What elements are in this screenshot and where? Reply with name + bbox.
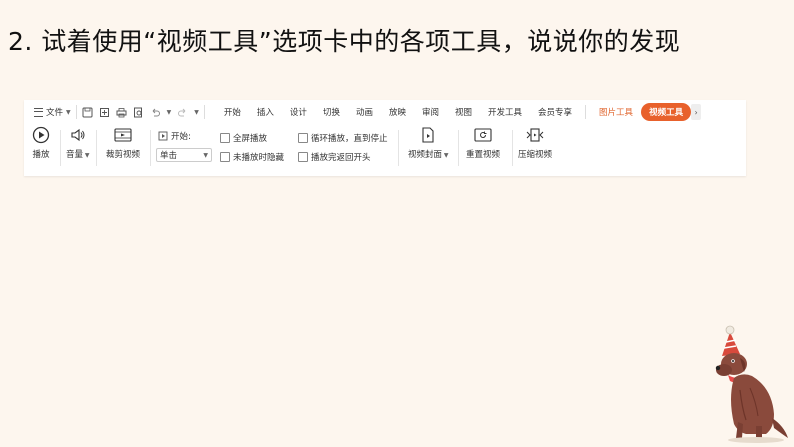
file-menu-button[interactable]: 文件 ▼ (34, 102, 71, 122)
divider (203, 105, 205, 119)
start-icon (158, 131, 168, 141)
start-select[interactable]: 单击 ▼ (156, 148, 212, 162)
export-icon[interactable] (99, 107, 110, 118)
reset-video-button[interactable]: 重置视频 (466, 126, 500, 160)
speaker-icon (71, 128, 85, 142)
tab-transitions[interactable]: 切换 (315, 106, 348, 118)
play-label: 播放 (32, 150, 50, 160)
save-icon[interactable] (82, 107, 93, 118)
loop-checkbox[interactable]: 循环播放，直到停止 (298, 132, 388, 144)
play-button[interactable]: 播放 (32, 126, 50, 160)
divider (398, 130, 399, 166)
checkbox-box (298, 152, 308, 162)
ribbon-tabs: 开始 插入 设计 切换 动画 放映 审阅 视图 开发工具 会员专享 图片工具 视… (216, 103, 702, 121)
chevron-down-icon: ▼ (66, 108, 71, 116)
start-label: 开始: (171, 132, 191, 142)
chevron-down-icon: ▼ (203, 151, 208, 159)
compress-video-icon (526, 128, 544, 142)
video-cover-button[interactable]: 视频封面 ▼ (408, 126, 449, 160)
start-option: 开始: (158, 130, 191, 142)
file-menu-label: 文件 (46, 108, 64, 118)
compress-video-button[interactable]: 压缩视频 (518, 126, 552, 160)
trim-video-label: 裁剪视频 (106, 150, 141, 160)
checkbox-box (220, 152, 230, 162)
hide-when-not-playing-label: 未播放时隐藏 (233, 153, 285, 163)
checkbox-box (298, 133, 308, 143)
rewind-after-play-label: 播放完返回开头 (311, 153, 371, 163)
undo-icon[interactable] (150, 107, 161, 118)
checkbox-box (220, 133, 230, 143)
ribbon-tab-row: 文件 ▼ ▼ ▼ 开始 插入 设计 切换 动画 放映 审阅 视图 开发工具 会员… (24, 100, 746, 124)
print-preview-icon[interactable] (133, 107, 144, 118)
undo-dropdown-icon[interactable]: ▼ (167, 109, 172, 116)
menu-icon (34, 107, 43, 117)
scroll-tabs-right-button[interactable]: › (691, 104, 702, 120)
divider (150, 130, 151, 166)
fullscreen-label: 全屏播放 (233, 134, 268, 144)
video-cover-label: 视频封面 ▼ (408, 150, 449, 160)
divider (75, 105, 77, 119)
rewind-after-play-checkbox[interactable]: 播放完返回开头 (298, 151, 371, 163)
trim-video-icon (114, 128, 132, 142)
divider (585, 105, 587, 119)
quick-access-toolbar: ▼ ▼ (82, 107, 199, 118)
video-tools-commands: 播放 音量 ▼ 裁剪视频 开始: 单击 ▼ 全屏播放 未播放时隐藏 循环播放，直… (24, 126, 746, 172)
start-select-value: 单击 (160, 151, 178, 161)
tab-picture-tools[interactable]: 图片工具 (591, 106, 641, 118)
redo-icon[interactable] (177, 107, 188, 118)
trim-video-button[interactable]: 裁剪视频 (106, 126, 140, 160)
tab-design[interactable]: 设计 (282, 106, 315, 118)
tab-review[interactable]: 审阅 (414, 106, 447, 118)
hide-when-not-playing-checkbox[interactable]: 未播放时隐藏 (220, 151, 284, 163)
play-icon (32, 126, 50, 144)
fullscreen-checkbox[interactable]: 全屏播放 (220, 132, 267, 144)
divider (60, 130, 61, 166)
tab-home[interactable]: 开始 (216, 106, 249, 118)
video-tools-ribbon: 文件 ▼ ▼ ▼ 开始 插入 设计 切换 动画 放映 审阅 视图 开发工具 会员… (24, 100, 746, 176)
party-dog-illustration (715, 325, 788, 443)
tab-insert[interactable]: 插入 (249, 106, 282, 118)
tab-slideshow[interactable]: 放映 (381, 106, 414, 118)
loop-label: 循环播放，直到停止 (311, 134, 388, 144)
redo-dropdown-icon[interactable]: ▼ (194, 109, 199, 116)
reset-video-label: 重置视频 (466, 150, 501, 160)
compress-video-label: 压缩视频 (518, 150, 553, 160)
slide-heading: 2. 试着使用“视频工具”选项卡中的各项工具，说说你的发现 (8, 27, 681, 56)
divider (458, 130, 459, 166)
tab-video-tools[interactable]: 视频工具 (641, 103, 692, 121)
print-icon[interactable] (116, 107, 127, 118)
tab-view[interactable]: 视图 (447, 106, 480, 118)
volume-button[interactable]: 音量 ▼ (66, 126, 90, 160)
reset-video-icon (474, 128, 492, 142)
volume-label: 音量 ▼ (66, 150, 90, 160)
divider (96, 130, 97, 166)
divider (512, 130, 513, 166)
tab-animations[interactable]: 动画 (348, 106, 381, 118)
tab-developer[interactable]: 开发工具 (480, 106, 530, 118)
video-cover-icon (422, 127, 434, 143)
tab-member[interactable]: 会员专享 (530, 106, 580, 118)
